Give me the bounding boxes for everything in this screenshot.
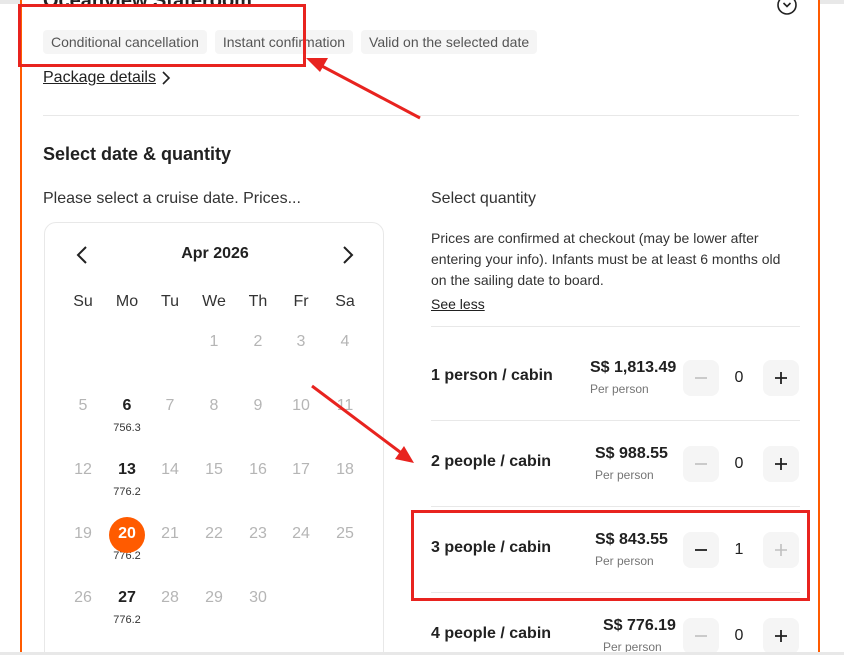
calendar-day: 2: [253, 333, 263, 350]
calendar-day: 9: [253, 397, 263, 414]
quantity-value: 0: [734, 369, 744, 386]
increment-button[interactable]: [763, 360, 799, 396]
plus-icon: [775, 458, 787, 470]
calendar-day: 21: [161, 525, 179, 542]
decrement-button[interactable]: [683, 618, 719, 654]
quantity-row-per: Per person: [595, 468, 654, 482]
day-price: 756.3: [113, 422, 141, 434]
weekday-tu: Tu: [160, 293, 180, 310]
calendar-day: 25: [336, 525, 354, 542]
chevron-right-icon: [162, 71, 171, 85]
calendar-day-available[interactable]: 27 776.2: [107, 588, 147, 648]
divider: [431, 506, 800, 507]
minus-icon: [695, 463, 707, 465]
calendar-day: 16: [249, 461, 267, 478]
calendar-day: 30: [249, 589, 267, 606]
calendar-month: Apr 2026: [181, 245, 249, 262]
quantity-row-label: 1 person / cabin: [431, 367, 553, 384]
calendar-day: 4: [340, 333, 350, 350]
date-hint: Please select a cruise date. Prices...: [43, 190, 301, 207]
quantity-row-label: 4 people / cabin: [431, 625, 552, 642]
quantity-row-per: Per person: [590, 382, 649, 396]
annotation-highlight-box: [411, 510, 810, 601]
calendar-day: 12: [74, 461, 92, 478]
weekday-we: We: [202, 293, 226, 310]
weekday-mo: Mo: [115, 293, 139, 310]
quantity-row-price: S$ 1,813.49: [590, 359, 677, 376]
day-price: 776.2: [113, 614, 141, 626]
quantity-value: 0: [734, 627, 744, 644]
plus-icon: [775, 372, 787, 384]
quantity-header: Select quantity: [431, 190, 536, 207]
increment-button[interactable]: [763, 618, 799, 654]
calendar-day: 18: [336, 461, 354, 478]
close-icon[interactable]: [776, 0, 798, 16]
weekday-fr: Fr: [293, 293, 309, 310]
calendar-day: 22: [205, 525, 223, 542]
quantity-description: Prices are confirmed at checkout (may be…: [431, 230, 781, 288]
tag-valid-date: Valid on the selected date: [361, 30, 538, 54]
increment-button[interactable]: [763, 446, 799, 482]
calendar-day: 15: [205, 461, 223, 478]
calendar: Apr 2026 Su Mo Tu We Th Fr Sa 1 2 3 4 5 …: [44, 222, 384, 655]
plus-icon: [775, 630, 787, 642]
calendar-day: 5: [78, 397, 88, 414]
quantity-row-price: S$ 776.19: [603, 617, 676, 634]
calendar-day: 24: [292, 525, 310, 542]
calendar-day: 23: [249, 525, 267, 542]
see-less-link[interactable]: See less: [431, 296, 485, 312]
weekday-th: Th: [248, 293, 268, 310]
quantity-value: 0: [734, 455, 744, 472]
calendar-day: 3: [296, 333, 306, 350]
calendar-day: 14: [161, 461, 179, 478]
divider: [43, 115, 799, 116]
calendar-day: 29: [205, 589, 223, 606]
package-details-label: Package details: [43, 69, 156, 86]
decrement-button[interactable]: [683, 446, 719, 482]
chevron-right-icon[interactable]: [335, 243, 359, 267]
decrement-button[interactable]: [683, 360, 719, 396]
minus-icon: [695, 377, 707, 379]
divider: [431, 326, 800, 327]
quantity-row-label: 2 people / cabin: [431, 453, 552, 470]
divider: [431, 420, 800, 421]
weekday-su: Su: [73, 293, 93, 310]
annotation-highlight-box: [18, 4, 306, 67]
calendar-day: 11: [336, 397, 354, 414]
calendar-day: 19: [74, 525, 92, 542]
section-title: Select date & quantity: [43, 144, 232, 164]
calendar-day: 10: [292, 397, 310, 414]
day-price: 776.2: [113, 486, 141, 498]
calendar-day-available[interactable]: 13 776.2: [107, 460, 147, 520]
calendar-day-available[interactable]: 6 756.3: [107, 396, 147, 456]
calendar-day: 26: [74, 589, 92, 606]
quantity-row-price: S$ 988.55: [595, 445, 668, 462]
calendar-day: 7: [165, 397, 175, 414]
calendar-day: 1: [209, 333, 219, 350]
calendar-day-selected[interactable]: 20 776.2: [107, 517, 147, 584]
weekday-sa: Sa: [335, 293, 355, 310]
calendar-day: 28: [161, 589, 179, 606]
package-details-link[interactable]: Package details: [43, 69, 172, 87]
calendar-day: 8: [209, 397, 219, 414]
minus-icon: [695, 635, 707, 637]
calendar-day: 17: [292, 461, 310, 478]
